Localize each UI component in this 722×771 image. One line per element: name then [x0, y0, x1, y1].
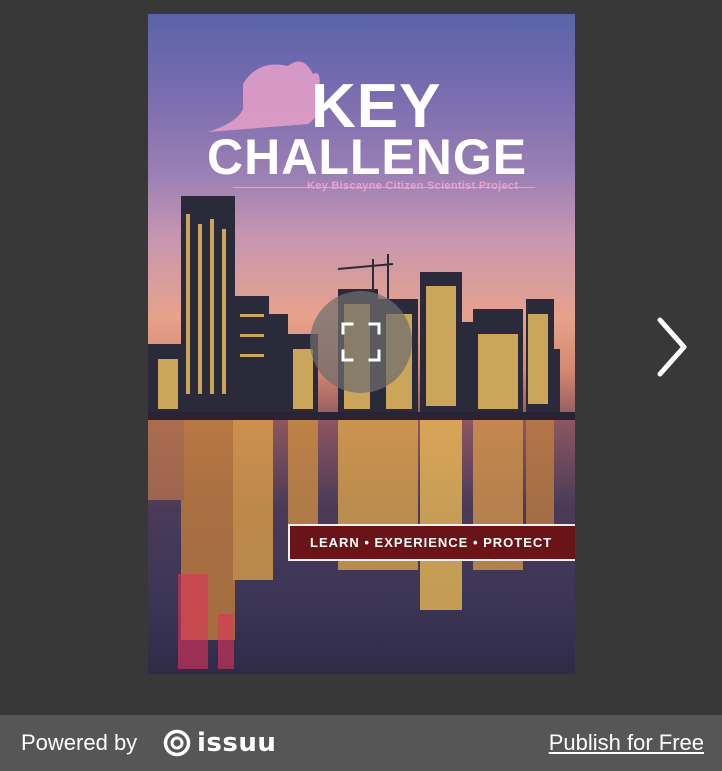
- issuu-logo-icon: [163, 729, 191, 757]
- issuu-wordmark: issuu: [197, 728, 277, 758]
- tagline-banner: LEARN • EXPERIENCE • PROTECT: [288, 524, 575, 561]
- publication-viewer: KEY CHALLENGE Key Biscayne Citizen Scien…: [0, 0, 722, 715]
- cover-subtitle: Key Biscayne Citizen Scientist Project: [307, 180, 519, 192]
- fullscreen-icon: [341, 322, 381, 362]
- title-challenge: CHALLENGE: [207, 129, 528, 185]
- chevron-right-icon[interactable]: [652, 312, 692, 382]
- powered-by-label: Powered by: [21, 730, 138, 755]
- fullscreen-button[interactable]: [310, 291, 412, 393]
- issuu-logo[interactable]: issuu: [163, 727, 276, 759]
- footer-bar: Powered by issuu Publish for Free: [0, 715, 722, 771]
- publish-for-free-link[interactable]: Publish for Free: [549, 730, 704, 756]
